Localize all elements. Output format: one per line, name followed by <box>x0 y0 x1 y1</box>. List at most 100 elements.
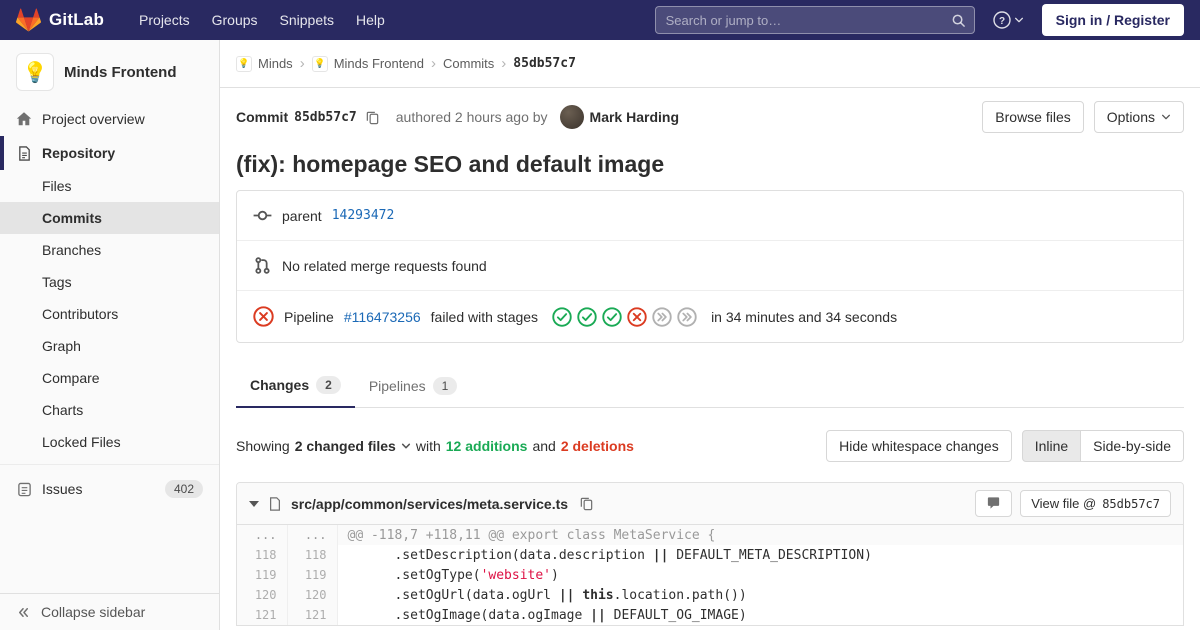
project-context[interactable]: 💡 Minds Frontend <box>0 40 219 102</box>
issues-icon <box>16 482 32 497</box>
svg-text:?: ? <box>999 16 1005 27</box>
nav-help[interactable]: Help <box>345 2 396 38</box>
pipeline-status-text: failed with stages <box>431 309 538 325</box>
sidebar-item-files[interactable]: Files <box>0 170 219 202</box>
stage-success-icon[interactable] <box>602 307 622 327</box>
collapse-sidebar-label: Collapse sidebar <box>41 604 145 620</box>
stage-success-icon[interactable] <box>577 307 597 327</box>
sign-in-button[interactable]: Sign in / Register <box>1042 4 1184 36</box>
author-avatar[interactable] <box>560 105 584 129</box>
copy-icon <box>579 496 594 511</box>
options-dropdown-button[interactable]: Options <box>1094 101 1184 133</box>
tab-label: Pipelines <box>369 378 426 394</box>
diff-file-header: src/app/common/services/meta.service.ts <box>237 483 1183 525</box>
author-name[interactable]: Mark Harding <box>590 109 679 125</box>
sidebar-item-label: Compare <box>42 370 100 386</box>
old-line-number[interactable]: 120 <box>237 585 287 605</box>
commit-sha: 85db57c7 <box>294 110 357 125</box>
old-line-number[interactable]: 121 <box>237 605 287 625</box>
collapse-diff-icon[interactable] <box>249 501 259 507</box>
breadcrumb-current-sha: 85db57c7 <box>513 56 576 71</box>
new-line-number[interactable]: 120 <box>287 585 337 605</box>
chevron-down-icon <box>401 441 411 451</box>
sidebar-item-locked-files[interactable]: Locked Files <box>0 426 219 458</box>
new-line-number[interactable]: 118 <box>287 545 337 565</box>
sidebar-item-tags[interactable]: Tags <box>0 266 219 298</box>
options-label: Options <box>1107 109 1155 125</box>
diff-file-actions: View file @ 85db57c7 <box>975 490 1171 517</box>
hide-whitespace-button[interactable]: Hide whitespace changes <box>826 430 1012 462</box>
copy-sha-button[interactable] <box>363 108 382 127</box>
sidebar-item-compare[interactable]: Compare <box>0 362 219 394</box>
deletions-count: 2 deletions <box>561 438 634 454</box>
pipeline-label: Pipeline <box>284 309 334 325</box>
nav-groups[interactable]: Groups <box>201 2 269 38</box>
pipeline-row: Pipeline #116473256 failed with stages <box>237 290 1183 342</box>
merge-request-text: No related merge requests found <box>282 258 487 274</box>
old-line-number[interactable]: 118 <box>237 545 287 565</box>
pipeline-failed-icon[interactable] <box>253 306 274 327</box>
sidebar-item-label: Charts <box>42 402 83 418</box>
sidebar-item-project-overview[interactable]: Project overview <box>0 102 219 136</box>
inline-view-button[interactable]: Inline <box>1022 430 1081 462</box>
copy-file-path-button[interactable] <box>577 494 596 513</box>
sidebar-item-label: Contributors <box>42 306 118 322</box>
top-navbar: GitLab Projects Groups Snippets Help ? S… <box>0 0 1200 40</box>
file-path-link[interactable]: src/app/common/services/meta.service.ts <box>291 496 568 512</box>
repository-submenu: Files Commits Branches Tags Contributors… <box>0 170 219 458</box>
collapse-sidebar-button[interactable]: Collapse sidebar <box>0 593 219 630</box>
commit-meta-row: Commit 85db57c7 authored 2 hours ago by … <box>236 101 1184 133</box>
sidebar-item-repository[interactable]: Repository <box>0 136 219 170</box>
nav-snippets[interactable]: Snippets <box>269 2 345 38</box>
browse-files-button[interactable]: Browse files <box>982 101 1083 133</box>
comment-icon <box>986 496 1001 511</box>
sidebar-item-graph[interactable]: Graph <box>0 330 219 362</box>
new-line-number[interactable]: 119 <box>287 565 337 585</box>
help-dropdown[interactable]: ? <box>993 11 1024 29</box>
group-avatar: 💡 <box>236 56 252 72</box>
parent-sha-link[interactable]: 14293472 <box>332 208 395 223</box>
issues-count-badge: 402 <box>165 480 203 498</box>
merge-request-icon <box>253 256 272 275</box>
search-input[interactable] <box>666 13 951 28</box>
stage-failed-icon[interactable] <box>627 307 647 327</box>
sidebar-item-issues[interactable]: Issues 402 <box>0 471 219 507</box>
stage-skipped-icon[interactable] <box>652 307 672 327</box>
global-search <box>655 6 975 34</box>
top-nav: Projects Groups Snippets Help <box>128 2 396 38</box>
sidebar-item-commits[interactable]: Commits <box>0 202 219 234</box>
tab-changes[interactable]: Changes 2 <box>236 365 355 408</box>
sidebar-item-contributors[interactable]: Contributors <box>0 298 219 330</box>
tab-pipelines[interactable]: Pipelines 1 <box>355 365 472 408</box>
new-line-number: ... <box>287 525 337 545</box>
comment-button[interactable] <box>975 490 1012 517</box>
breadcrumb-commits[interactable]: Commits <box>443 56 494 71</box>
sidebar-item-branches[interactable]: Branches <box>0 234 219 266</box>
changed-files-dropdown[interactable]: 2 changed files <box>295 438 411 454</box>
code-line: .setOgImage(data.ogImage || DEFAULT_OG_I… <box>337 605 1183 625</box>
match-line-text: @@ -118,7 +118,11 @@ export class MetaSe… <box>337 525 1183 545</box>
chevron-down-icon <box>1014 15 1024 25</box>
diff-match-line: ... ... @@ -118,7 +118,11 @@ export clas… <box>237 525 1183 545</box>
commit-label: Commit <box>236 109 288 125</box>
view-file-label: View file @ <box>1031 496 1096 511</box>
commit-page: Commit 85db57c7 authored 2 hours ago by … <box>220 88 1200 630</box>
sidebar-item-charts[interactable]: Charts <box>0 394 219 426</box>
diff-file-box: src/app/common/services/meta.service.ts <box>236 482 1184 626</box>
commit-title: (fix): homepage SEO and default image <box>236 151 1184 178</box>
gitlab-logo[interactable]: GitLab <box>16 8 104 32</box>
side-by-side-view-button[interactable]: Side-by-side <box>1080 430 1184 462</box>
commit-info-box: parent 14293472 No related merge request… <box>236 190 1184 343</box>
old-line-number[interactable]: 119 <box>237 565 287 585</box>
view-file-button[interactable]: View file @ 85db57c7 <box>1020 490 1171 517</box>
pipeline-id-link[interactable]: #116473256 <box>344 309 421 325</box>
nav-projects[interactable]: Projects <box>128 2 201 38</box>
pipeline-stage-icons <box>552 307 697 327</box>
stage-success-icon[interactable] <box>552 307 572 327</box>
repository-icon <box>16 146 32 161</box>
breadcrumb-group[interactable]: 💡 Minds <box>236 56 293 72</box>
stage-skipped-icon[interactable] <box>677 307 697 327</box>
breadcrumb-project[interactable]: 💡 Minds Frontend <box>312 56 424 72</box>
new-line-number[interactable]: 121 <box>287 605 337 625</box>
breadcrumb-separator: › <box>300 55 305 72</box>
